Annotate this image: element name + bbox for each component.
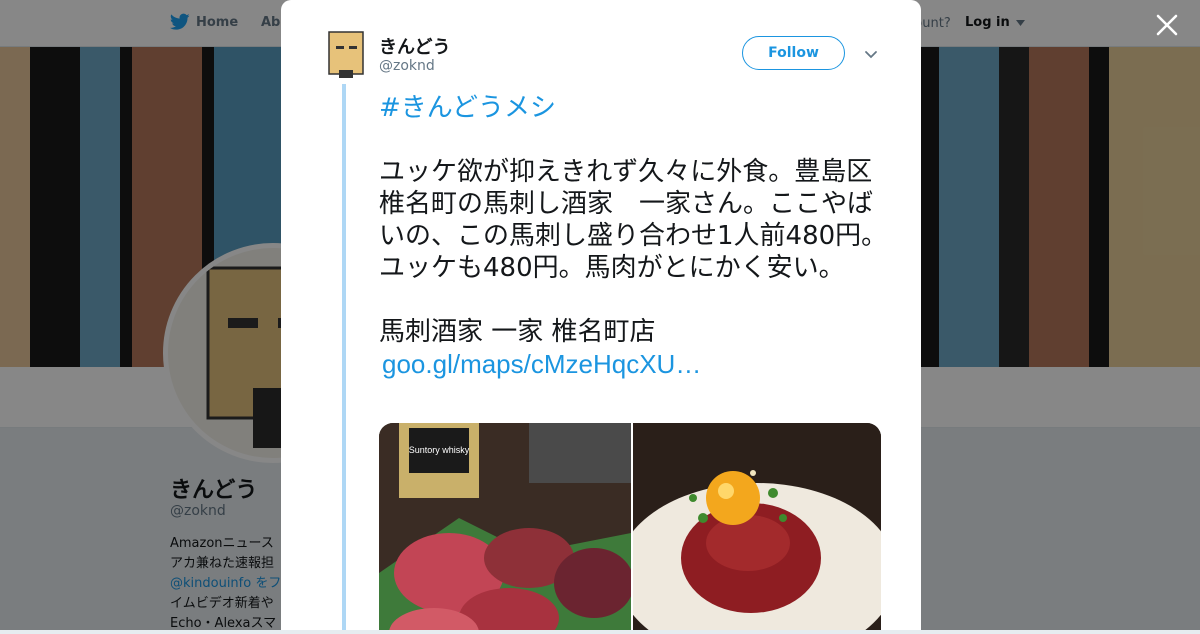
tweet-media: Suntory whisky bbox=[379, 423, 881, 630]
tweet-text: #きんどうメシ ユッケ欲が抑えきれず久々に外食。豊島区椎名町の馬刺し酒家 一家さ… bbox=[379, 92, 889, 380]
media-photo-yukhoe[interactable] bbox=[633, 423, 881, 630]
tweet-modal: きんどう @zoknd Follow #きんどうメシ ユッケ欲が抑えきれず久々に… bbox=[281, 0, 921, 630]
tweet-place: 馬刺酒家 一家 椎名町店 bbox=[379, 317, 656, 347]
author-handle[interactable]: @zoknd bbox=[379, 58, 435, 74]
chevron-down-icon[interactable] bbox=[863, 46, 879, 62]
author-avatar[interactable] bbox=[325, 30, 367, 80]
follow-button[interactable]: Follow bbox=[742, 36, 845, 70]
photo1-label: Suntory whisky bbox=[409, 445, 470, 455]
photo2-illustration bbox=[633, 423, 881, 630]
thread-connector bbox=[342, 84, 346, 630]
hashtag-link[interactable]: #きんどうメシ bbox=[379, 92, 889, 124]
tweet-body: ユッケ欲が抑えきれず久々に外食。豊島区椎名町の馬刺し酒家 一家さん。ここやばいの… bbox=[379, 157, 888, 283]
tweet-link[interactable]: goo.gl/maps/cMzeHqcXU… bbox=[382, 348, 889, 380]
author-name[interactable]: きんどう bbox=[379, 33, 450, 59]
media-photo-horse-sashimi[interactable]: Suntory whisky bbox=[379, 423, 631, 630]
close-icon[interactable] bbox=[1154, 12, 1180, 38]
photo1-illustration: Suntory whisky bbox=[379, 423, 631, 630]
